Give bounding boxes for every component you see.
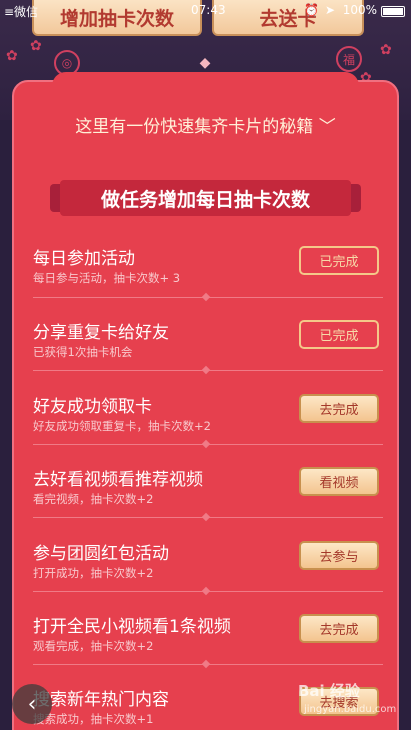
task-item: 每日参加活动 每日参与活动，抽卡次数+ 3 已完成 (33, 244, 383, 317)
task-go-complete-button[interactable]: 去完成 (299, 394, 379, 423)
task-title: 分享重复卡给好友 (33, 323, 169, 343)
task-item: 打开全民小视频看1条视频 观看完成，抽卡次数+2 去完成 (33, 612, 383, 685)
divider (33, 370, 383, 371)
task-item: 分享重复卡给好友 已获得1次抽卡机会 已完成 (33, 318, 383, 391)
task-completed-button[interactable]: 已完成 (299, 320, 379, 349)
carrier-label: ≡微信 (4, 5, 39, 19)
plum-blossom-icon: ✿ (380, 42, 392, 58)
hanger-icon: ◆ (199, 55, 211, 71)
clock: 07:43 (191, 3, 226, 17)
divider (33, 591, 383, 592)
task-subtitle: 好友成功领取重复卡，抽卡次数+2 (33, 419, 211, 433)
task-item: 好友成功领取卡 好友成功领取重复卡，抽卡次数+2 去完成 (33, 392, 383, 465)
task-subtitle: 打开成功，抽卡次数+2 (33, 566, 154, 580)
divider (33, 297, 383, 298)
watermark-url: jingyan.baidu.com (304, 704, 397, 715)
task-title: 每日参加活动 (33, 249, 135, 269)
status-bar: ≡微信 07:43 ⏰ ➤ 100% (0, 0, 411, 22)
task-subtitle: 看完视频，抽卡次数+2 (33, 492, 154, 506)
task-subtitle: 每日参与活动，抽卡次数+ 3 (33, 271, 181, 285)
task-title: 去好看视频看推荐视频 (33, 470, 203, 490)
secret-tips-toggle[interactable]: 这里有一份快速集齐卡片的秘籍 ﹀ (0, 112, 411, 137)
task-title: 好友成功领取卡 (33, 397, 152, 417)
task-participate-button[interactable]: 去参与 (299, 541, 379, 570)
task-completed-button[interactable]: 已完成 (299, 246, 379, 275)
watermark: Bai 经验 jingyan.baidu.com (298, 676, 408, 726)
task-item: 参与团圆红包活动 打开成功，抽卡次数+2 去参与 (33, 539, 383, 612)
task-subtitle: 搜索成功，抽卡次数+1 (33, 712, 154, 726)
divider (33, 444, 383, 445)
task-subtitle: 已获得1次抽卡机会 (33, 345, 133, 359)
task-subtitle: 观看完成，抽卡次数+2 (33, 639, 154, 653)
task-item: 去好看视频看推荐视频 看完视频，抽卡次数+2 看视频 (33, 465, 383, 538)
task-go-complete-button[interactable]: 去完成 (299, 614, 379, 643)
back-button[interactable]: ‹ (12, 684, 52, 724)
battery-percent: 100% (342, 3, 377, 17)
lantern-icon: 福 (336, 46, 362, 72)
divider (33, 517, 383, 518)
alarm-icon: ⏰ (304, 3, 319, 17)
secret-tips-label: 这里有一份快速集齐卡片的秘籍 (75, 117, 314, 137)
watermark-logo-text: Bai 经验 (298, 682, 360, 700)
plum-blossom-icon: ✿ (30, 38, 42, 54)
chevron-down-icon: ﹀ (318, 117, 336, 137)
task-watch-video-button[interactable]: 看视频 (299, 467, 379, 496)
plum-blossom-icon: ✿ (6, 48, 18, 64)
section-banner: 做任务增加每日抽卡次数 (50, 180, 361, 216)
location-icon: ➤ (324, 3, 335, 17)
task-title: 参与团圆红包活动 (33, 544, 169, 564)
battery-icon (381, 6, 405, 17)
chevron-left-icon: ‹ (27, 691, 37, 717)
divider (33, 664, 383, 665)
task-title: 打开全民小视频看1条视频 (33, 617, 231, 637)
task-title: 搜索新年热门内容 (33, 690, 169, 710)
